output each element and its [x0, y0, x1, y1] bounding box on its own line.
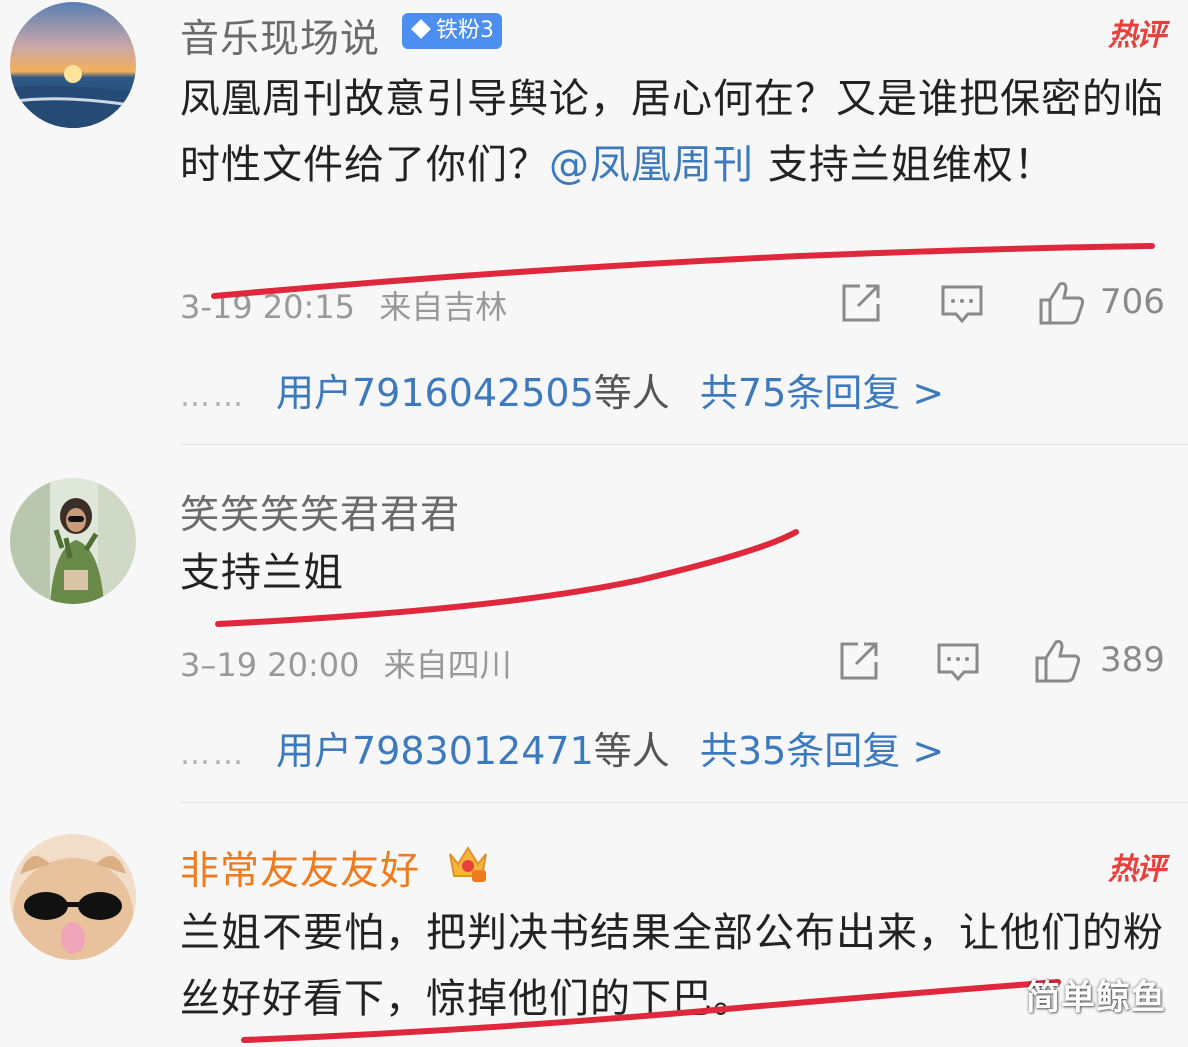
reply-count: 共35条回复 >	[699, 729, 945, 773]
reply-suffix: 等人	[593, 371, 670, 415]
like-button[interactable]	[1034, 638, 1082, 683]
share-button[interactable]	[838, 282, 882, 326]
watermark: 简单鲸鱼	[1026, 978, 1166, 1018]
comment-icon	[937, 643, 979, 682]
comment-meta: 3-19 20:15 来自吉林	[180, 282, 507, 328]
avatar-cat-sunglasses-image	[10, 834, 136, 960]
divider	[180, 802, 1188, 803]
mention-link[interactable]: @凤凰周刊	[549, 142, 754, 188]
timestamp: 3-19 20:15	[180, 288, 356, 326]
avatar-sunset-image	[10, 2, 136, 128]
share-icon	[840, 642, 878, 680]
comment-text: 兰姐不要怕，把判决书结果全部公布出来，让他们的粉丝好好看下，惊掉他们的下巴。	[180, 910, 1164, 1022]
ellipsis: ……	[180, 379, 246, 414]
reply-user: 用户7983012471	[276, 729, 594, 773]
comment-text: 凤凰周刊故意引导舆论，居心何在？又是谁把保密的临时性文件给了你们？@凤凰周刊 支…	[180, 66, 1165, 198]
username[interactable]: 音乐现场说	[180, 8, 380, 64]
hot-comment-tag: 热评	[1108, 18, 1166, 53]
comment-meta: 3–19 20:00 来自四川	[180, 640, 512, 686]
comment-text-part: 支持兰姐维权！	[754, 142, 1055, 188]
avatar-portrait-image	[10, 478, 136, 604]
thumbs-up-icon	[1035, 640, 1081, 683]
fan-level-badge[interactable]: 铁粉3	[402, 13, 502, 49]
divider	[180, 444, 1188, 445]
comment-icon	[941, 285, 983, 324]
avatar[interactable]	[10, 834, 136, 960]
username[interactable]: 非常友友友好	[180, 840, 420, 896]
like-button[interactable]	[1038, 280, 1086, 325]
like-count: 389	[1100, 640, 1165, 680]
share-icon	[842, 284, 880, 322]
comment-button[interactable]	[936, 640, 980, 684]
replies-link[interactable]: …… 用户7916042505等人 共75条回复 >	[180, 362, 944, 417]
crown-badge-icon	[449, 846, 487, 882]
replies-link[interactable]: …… 用户7983012471等人 共35条回复 >	[180, 720, 944, 775]
avatar[interactable]	[10, 478, 136, 604]
comment-text: 支持兰姐	[180, 550, 344, 596]
diamond-icon	[411, 19, 431, 39]
share-button[interactable]	[836, 640, 880, 684]
ellipsis: ……	[180, 737, 246, 772]
timestamp: 3–19 20:00	[180, 646, 360, 684]
thumbs-up-icon	[1039, 282, 1085, 325]
comment-list: 音乐现场说 铁粉3 热评 凤凰周刊故意引导舆论，居心何在？又是谁把保密的临时性文…	[0, 0, 1188, 1047]
fan-level-label: 铁粉3	[436, 18, 494, 43]
hot-comment-tag: 热评	[1108, 852, 1166, 887]
reply-count: 共75条回复 >	[699, 371, 945, 415]
username[interactable]: 笑笑笑笑君君君	[180, 484, 460, 540]
avatar[interactable]	[10, 2, 136, 128]
crown-badge[interactable]	[446, 840, 490, 888]
location: 来自吉林	[379, 288, 508, 326]
comment-button[interactable]	[940, 282, 984, 326]
location: 来自四川	[383, 646, 512, 684]
reply-user: 用户7916042505	[276, 371, 594, 415]
like-count: 706	[1100, 282, 1165, 322]
reply-suffix: 等人	[593, 729, 670, 773]
